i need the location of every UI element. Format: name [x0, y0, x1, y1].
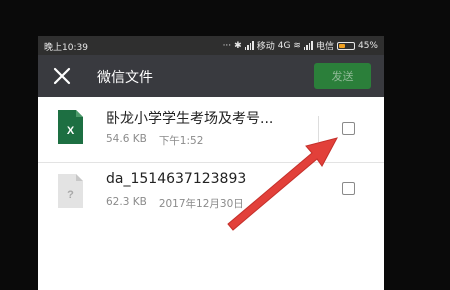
status-icons: ··· ✱ 移动 4G ≋ 电信 45%	[222, 39, 378, 53]
close-icon[interactable]	[50, 64, 74, 88]
file-row[interactable]: ? da_1514637123893 62.3 KB 2017年12月30日	[38, 162, 384, 224]
file-checkbox[interactable]	[342, 182, 355, 195]
unknown-file-icon: ?	[58, 174, 83, 208]
status-time: 晚上10:39	[44, 43, 88, 53]
bluetooth-icon: ✱	[234, 40, 242, 51]
battery-percent: 45%	[357, 40, 378, 51]
excel-icon-letter: X	[67, 125, 75, 137]
phone-screen: 晚上10:39 ··· ✱ 移动 4G ≋ 电信 45% 微信文件 发送 X 卧…	[38, 36, 384, 290]
wifi-icon: ≋	[293, 40, 301, 51]
unknown-icon-letter: ?	[67, 189, 74, 201]
battery-icon	[336, 41, 355, 50]
app-bar: 微信文件 发送	[38, 55, 384, 97]
page-title: 微信文件	[97, 70, 153, 86]
row-divider	[318, 116, 319, 142]
file-size: 54.6 KB	[106, 133, 147, 145]
file-meta: 54.6 KB 下午1:52	[106, 133, 203, 148]
send-button[interactable]: 发送	[314, 63, 371, 89]
ellipsis-icon: ···	[222, 40, 232, 51]
signal-icon	[244, 41, 254, 50]
file-row[interactable]: X 卧龙小学学生考场及考号... 54.6 KB 下午1:52	[38, 100, 384, 162]
excel-file-icon: X	[58, 110, 83, 144]
file-name: 卧龙小学学生考场及考号...	[106, 111, 274, 127]
status-network: 4G	[277, 40, 291, 51]
file-checkbox[interactable]	[342, 122, 355, 135]
status-bar: 晚上10:39 ··· ✱ 移动 4G ≋ 电信 45%	[38, 36, 384, 55]
file-size: 62.3 KB	[106, 196, 147, 208]
file-name: da_1514637123893	[106, 171, 247, 187]
file-time: 2017年12月30日	[158, 198, 244, 210]
status-carrier2: 电信	[315, 42, 334, 52]
status-carrier1: 移动	[256, 42, 275, 52]
file-time: 下午1:52	[158, 135, 204, 147]
signal-icon-2	[303, 41, 313, 50]
file-meta: 62.3 KB 2017年12月30日	[106, 196, 244, 211]
